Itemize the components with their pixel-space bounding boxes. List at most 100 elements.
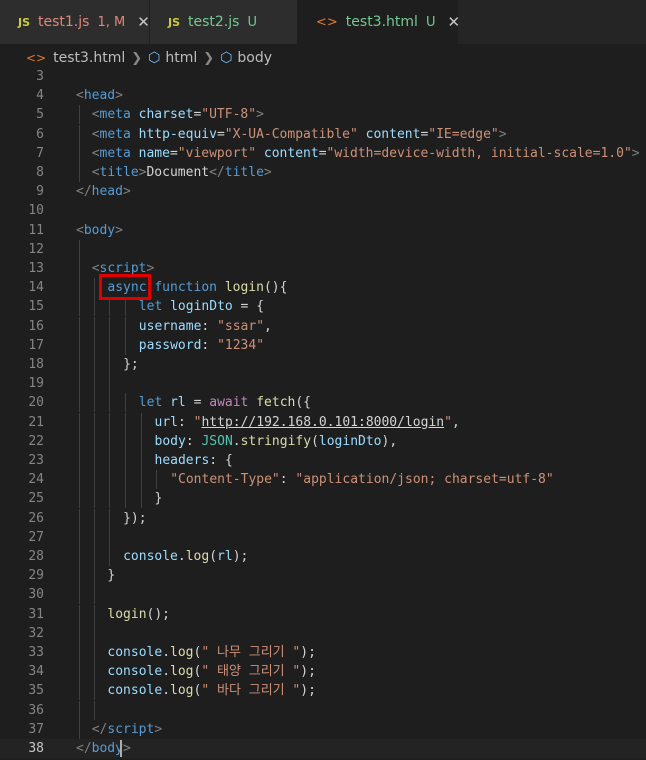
code-line[interactable]: 6 <meta http-equiv="X-UA-Compatible" cont… xyxy=(0,124,646,144)
indent-guide xyxy=(141,470,142,490)
code-line[interactable]: 7 <meta name="viewport" content="width=de… xyxy=(0,143,646,163)
async-highlight-annotation xyxy=(99,274,151,300)
indent-guide xyxy=(79,585,80,605)
breadcrumb-body[interactable]: body xyxy=(237,50,272,66)
code-token: > xyxy=(256,107,264,123)
code-text: </head> xyxy=(76,182,131,201)
code-token: body xyxy=(83,222,116,238)
code-token: }; xyxy=(123,357,139,372)
indent-guide xyxy=(94,451,95,470)
code-line[interactable]: 27 xyxy=(0,527,646,547)
code-token: > xyxy=(154,721,163,737)
code-line[interactable]: 17 password: "1234" xyxy=(0,335,646,355)
code-line[interactable]: 13 <script> xyxy=(0,259,646,278)
indent-guide xyxy=(156,470,157,490)
line-number: 13 xyxy=(28,261,44,276)
code-line[interactable]: 31 login(); xyxy=(0,604,646,624)
code-line[interactable]: 24 "Content-Type": "application/json; cha… xyxy=(0,470,646,490)
indent-guide xyxy=(79,643,80,662)
code-line[interactable]: 28 console.log(rl); xyxy=(0,547,646,566)
code-token: meta xyxy=(99,107,131,123)
code-line[interactable]: 15 let loginDto = { xyxy=(0,297,646,317)
code-line[interactable]: 16 username: "ssar", xyxy=(0,316,646,336)
code-token: = { xyxy=(232,299,265,315)
code-line[interactable]: 32 xyxy=(0,623,646,643)
indent-guide xyxy=(125,316,126,336)
indent-guide xyxy=(94,508,95,528)
indent-guide xyxy=(79,508,80,528)
code-line[interactable]: 22 body: JSON.stringify(loginDto), xyxy=(0,431,646,451)
tab-label: test2.js xyxy=(188,14,240,30)
code-token: "IE=edge" xyxy=(428,126,499,142)
code-token: headers xyxy=(154,453,210,468)
code-line[interactable]: 11 <body> xyxy=(0,221,646,240)
indent-guide xyxy=(79,278,80,298)
code-line[interactable]: 33 console.log(" 나무 그리기 "); xyxy=(0,643,646,662)
tab-test1-js[interactable]: JS test1.js 1, M ✕ xyxy=(0,0,150,44)
code-line[interactable]: 29} xyxy=(0,566,646,586)
code-token: } xyxy=(107,568,116,584)
code-line[interactable]: 12 xyxy=(0,239,646,259)
code-line[interactable]: 10 xyxy=(0,201,646,220)
code-line[interactable]: 19 xyxy=(0,374,646,394)
code-token: </ xyxy=(76,184,92,200)
code-line[interactable]: 36 xyxy=(0,700,646,720)
line-number: 3 xyxy=(36,69,44,84)
code-line[interactable]: 34 console.log(" 태양 그리기 "); xyxy=(0,662,646,682)
line-number: 6 xyxy=(36,126,44,142)
code-token: </ xyxy=(76,741,92,756)
code-text: }); xyxy=(123,509,146,528)
close-icon[interactable]: ✕ xyxy=(137,13,150,31)
line-number: 14 xyxy=(28,280,44,296)
tab-git-status: U xyxy=(247,14,257,30)
code-token: ); xyxy=(300,645,316,660)
code-line[interactable]: 14 async function login(){ xyxy=(0,278,646,298)
breadcrumb-html[interactable]: html xyxy=(165,50,197,66)
code-line[interactable]: 5 <meta charset="UTF-8"> xyxy=(0,105,646,125)
code-token: console xyxy=(107,683,163,699)
code-editor[interactable]: 3 4 <head> 5 <meta charset="UTF-8"> 6 <meta ht… xyxy=(0,67,646,760)
code-line[interactable]: 18}; xyxy=(0,355,646,374)
code-line[interactable]: 4 <head> xyxy=(0,86,646,105)
code-line[interactable]: 38 </body> xyxy=(0,739,646,758)
code-line[interactable]: 26}); xyxy=(0,508,646,528)
tab-test3-html[interactable]: <> test3.html U ✕ xyxy=(298,0,460,44)
code-token: let xyxy=(138,395,163,411)
code-line[interactable]: 37 </script> xyxy=(0,719,646,739)
javascript-file-icon: JS xyxy=(168,15,181,29)
code-line[interactable]: 8 <title>Document</title> xyxy=(0,163,646,182)
close-icon[interactable]: ✕ xyxy=(447,13,460,31)
code-line[interactable]: 30 xyxy=(0,585,646,605)
line-number: 27 xyxy=(28,529,44,545)
code-token: log xyxy=(170,645,194,660)
code-token: let xyxy=(138,299,163,315)
code-line[interactable]: 3 xyxy=(0,67,646,86)
line-number: 21 xyxy=(28,414,44,430)
code-token: meta xyxy=(99,126,131,142)
code-line[interactable]: 9 </head> xyxy=(0,182,646,201)
indent-guide xyxy=(125,393,126,413)
tab-test2-js[interactable]: JS test2.js U xyxy=(150,0,298,44)
code-line[interactable]: 35 console.log(" 바다 그리기 "); xyxy=(0,681,646,701)
line-number: 4 xyxy=(36,88,44,104)
breadcrumb-file[interactable]: test3.html xyxy=(53,50,125,66)
code-line[interactable]: 21 url: "http://192.168.0.101:8000/login"… xyxy=(0,412,646,432)
line-number: 18 xyxy=(28,357,44,372)
tab-git-status: U xyxy=(425,14,436,30)
code-token: title xyxy=(224,165,264,180)
code-token: url xyxy=(154,414,178,430)
code-token: rl xyxy=(217,549,233,564)
code-text: username: "ssar", xyxy=(139,317,272,336)
code-token: login xyxy=(224,280,264,296)
code-token: : { xyxy=(209,453,233,468)
line-number: 35 xyxy=(28,683,44,699)
indent-guide xyxy=(79,719,80,739)
indent-guide xyxy=(109,316,110,336)
indent-guide xyxy=(79,431,80,451)
code-line[interactable]: 25} xyxy=(0,489,646,509)
code-token: ), xyxy=(381,433,398,449)
code-line[interactable]: 20 let rl = await fetch({ xyxy=(0,393,646,413)
code-line[interactable]: 23 headers: { xyxy=(0,451,646,470)
line-number: 16 xyxy=(28,318,44,334)
